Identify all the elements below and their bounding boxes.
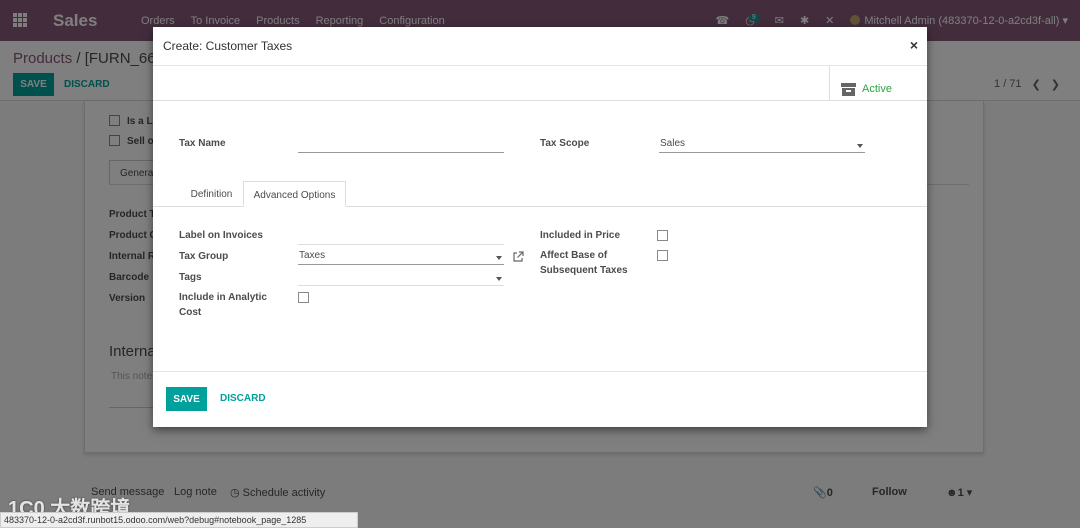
include-analytic-label: Include in Analytic Cost: [179, 290, 267, 320]
label-on-invoices-input[interactable]: [298, 244, 504, 245]
included-in-price-checkbox[interactable]: [657, 230, 668, 241]
include-analytic-checkbox[interactable]: [298, 292, 309, 303]
tax-group-value: Taxes: [299, 250, 326, 261]
save-button[interactable]: SAVE: [166, 387, 207, 411]
tax-scope-value: Sales: [660, 138, 686, 149]
tax-scope-label: Tax Scope: [540, 138, 590, 149]
tab-definition[interactable]: Definition: [180, 181, 243, 207]
include-analytic-label-line1: Include in Analytic: [179, 292, 267, 303]
tax-name-input[interactable]: [298, 133, 504, 153]
create-customer-taxes-dialog: Create: Customer Taxes × Active Tax Name…: [153, 27, 927, 427]
tags-label: Tags: [179, 272, 202, 283]
active-toggle-button[interactable]: Active: [829, 66, 927, 101]
notebook-tabs: Definition Advanced Options: [153, 181, 927, 207]
tax-name-label: Tax Name: [179, 138, 226, 149]
close-icon[interactable]: ×: [910, 37, 918, 53]
tags-select[interactable]: [298, 267, 504, 286]
browser-status-url: 483370-12-0-a2cd3f.runbot15.odoo.com/web…: [0, 512, 358, 528]
label-on-invoices-label: Label on Invoices: [179, 230, 263, 241]
discard-button[interactable]: DISCARD: [220, 393, 266, 404]
active-label: Active: [862, 83, 892, 95]
chevron-down-icon: [496, 256, 502, 260]
modal-footer: SAVE DISCARD: [153, 371, 927, 427]
affect-base-checkbox[interactable]: [657, 250, 668, 261]
modal-title: Create: Customer Taxes: [163, 39, 293, 53]
affect-base-label-line2: Subsequent Taxes: [540, 265, 628, 276]
tab-advanced-options[interactable]: Advanced Options: [243, 181, 346, 207]
tax-scope-select[interactable]: Sales: [659, 134, 865, 153]
modal-header: Create: Customer Taxes ×: [153, 27, 927, 66]
included-in-price-label: Included in Price: [540, 230, 621, 241]
tax-group-label: Tax Group: [179, 251, 229, 262]
button-box: Active: [153, 66, 927, 101]
external-link-icon[interactable]: [512, 251, 524, 263]
affect-base-label-line1: Affect Base of: [540, 250, 608, 261]
tax-group-select[interactable]: Taxes: [298, 246, 504, 265]
chevron-down-icon: [496, 277, 502, 281]
include-analytic-label-line2: Cost: [179, 307, 202, 318]
archive-icon: [841, 82, 856, 96]
chevron-down-icon: [857, 144, 863, 148]
affect-base-label: Affect Base of Subsequent Taxes: [540, 248, 628, 278]
